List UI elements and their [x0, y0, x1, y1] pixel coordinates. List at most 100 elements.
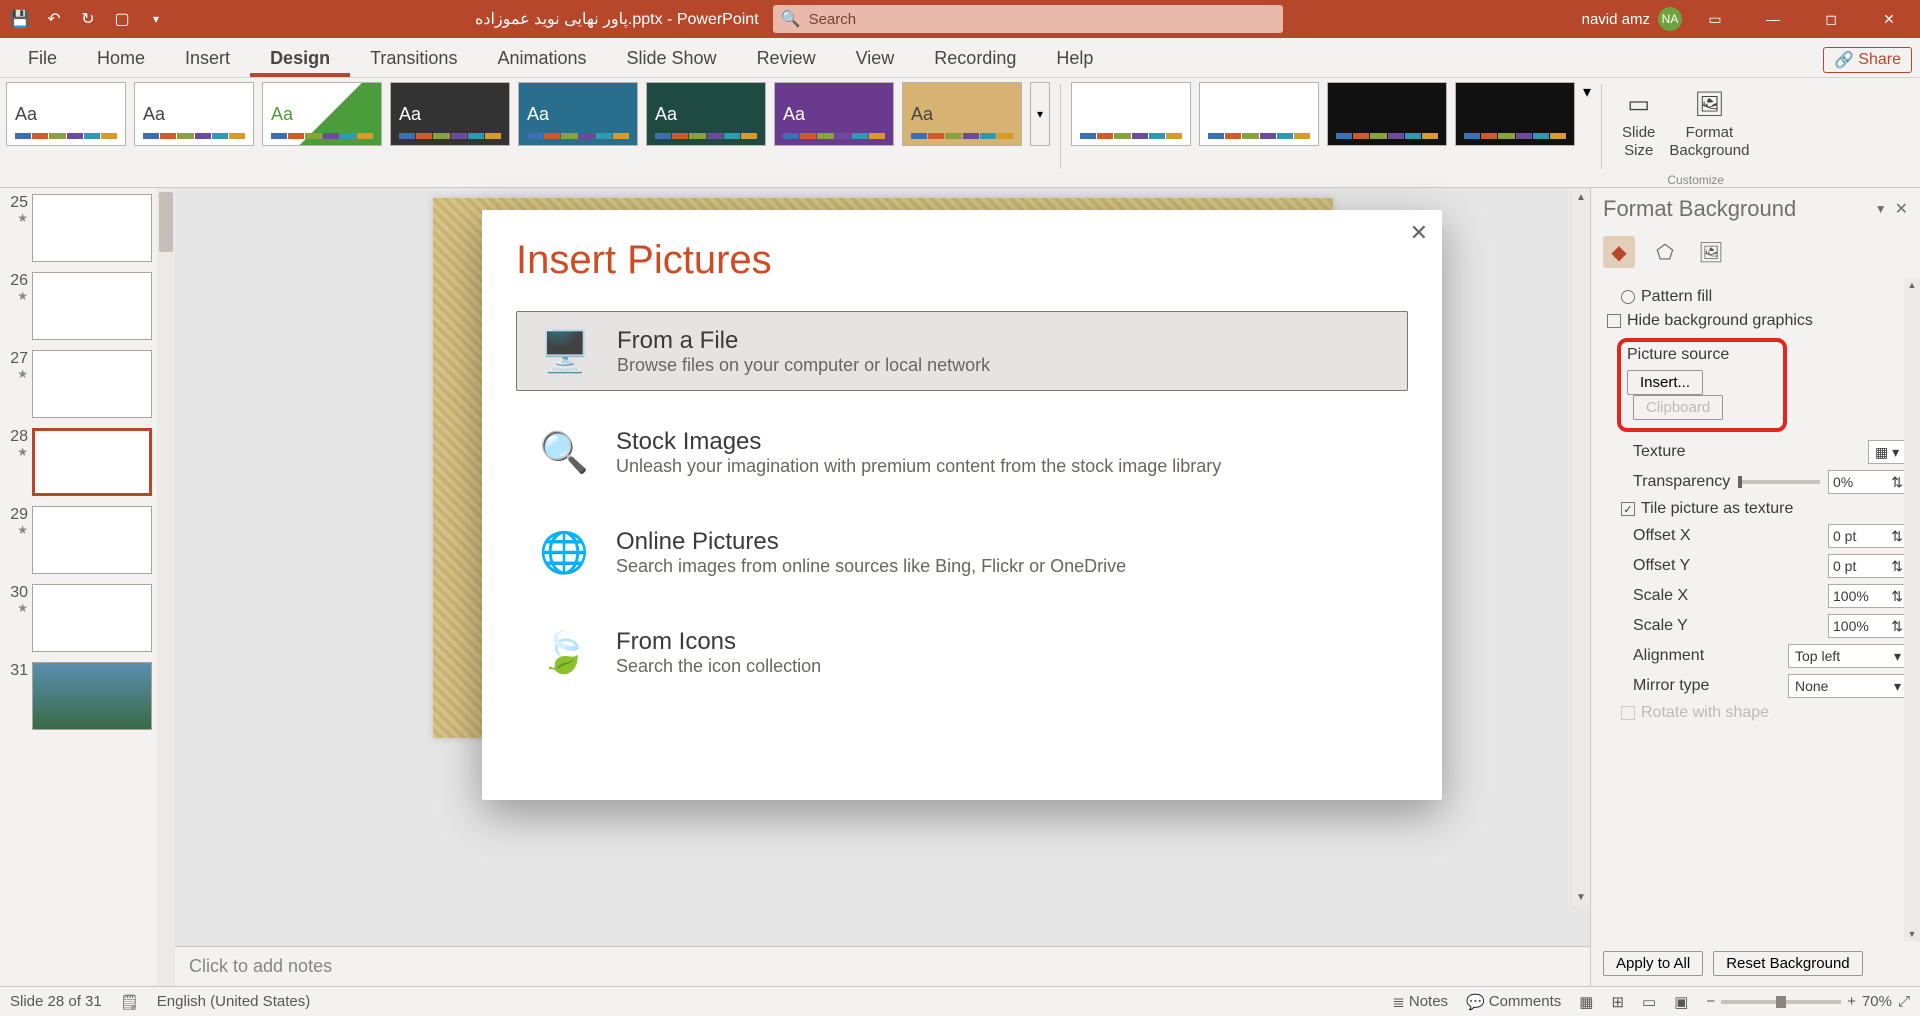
variant-thumb[interactable] [1455, 82, 1575, 146]
variants-more-button[interactable]: ▾ [1583, 82, 1591, 102]
fill-tab-icon[interactable]: ◆ [1603, 236, 1635, 268]
offset-y-input[interactable]: 0 pt⇅ [1828, 554, 1908, 578]
slide-thumbnail[interactable]: 30★ [4, 584, 171, 652]
reading-view-icon[interactable]: ▭ [1642, 993, 1656, 1011]
tab-recording[interactable]: Recording [914, 40, 1036, 77]
dialog-close-button[interactable]: ✕ [1410, 220, 1428, 246]
tab-design[interactable]: Design [250, 40, 350, 77]
theme-thumb[interactable]: Aa [774, 82, 894, 146]
tab-view[interactable]: View [836, 40, 915, 77]
apply-to-all-button[interactable]: Apply to All [1603, 951, 1703, 976]
slide-thumbnail[interactable]: 25★ [4, 194, 171, 262]
stock-images-option[interactable]: 🔍 Stock Images Unleash your imagination … [516, 413, 1408, 491]
pane-scrollbar[interactable]: ▲▼ [1904, 278, 1920, 941]
spell-check-icon[interactable]: 🗒 [120, 993, 139, 1011]
tab-insert[interactable]: Insert [165, 40, 250, 77]
slideshow-view-icon[interactable]: ▣ [1674, 993, 1688, 1011]
maximize-button[interactable]: ◻ [1806, 0, 1856, 38]
ribbon-display-options-icon[interactable]: ▭ [1690, 0, 1740, 38]
insert-picture-button[interactable]: Insert... [1627, 370, 1703, 395]
online-title: Online Pictures [616, 528, 1126, 556]
format-background-button[interactable]: 🖼 Format Background [1669, 91, 1749, 160]
from-a-file-option[interactable]: 🖥️ From a File Browse files on your comp… [516, 311, 1408, 391]
tab-review[interactable]: Review [737, 40, 836, 77]
close-button[interactable]: ✕ [1864, 0, 1914, 38]
slide-thumbnail[interactable]: 29★ [4, 506, 171, 574]
stock-title: Stock Images [616, 428, 1221, 456]
slide-thumbnail[interactable]: 27★ [4, 350, 171, 418]
scroll-down-icon[interactable]: ▼ [1572, 888, 1590, 906]
comments-button[interactable]: 💬Comments [1466, 993, 1561, 1011]
redo-icon[interactable]: ↻ [76, 7, 100, 31]
online-pictures-option[interactable]: 🌐 Online Pictures Search images from onl… [516, 513, 1408, 591]
slide-counter[interactable]: Slide 28 of 31 [10, 993, 102, 1010]
theme-thumb[interactable]: Aa [902, 82, 1022, 146]
scroll-up-icon[interactable]: ▲ [1572, 188, 1590, 206]
slide-thumbnail[interactable]: 26★ [4, 272, 171, 340]
tab-help[interactable]: Help [1036, 40, 1113, 77]
theme-thumb[interactable]: Aa [390, 82, 510, 146]
tile-option[interactable]: ✓ Tile picture as texture [1621, 500, 1908, 518]
theme-thumb[interactable]: Aa [6, 82, 126, 146]
pane-dropdown-icon[interactable]: ▼ [1875, 202, 1887, 216]
themes-more-button[interactable]: ▾ [1030, 82, 1050, 146]
texture-picker[interactable]: ▦ ▾ [1868, 440, 1908, 464]
tab-file[interactable]: File [8, 40, 77, 77]
user-avatar[interactable]: NA [1658, 7, 1682, 31]
scale-y-input[interactable]: 100%⇅ [1828, 614, 1908, 638]
from-file-desc: Browse files on your computer or local n… [617, 355, 990, 376]
undo-icon[interactable]: ↶ [42, 7, 66, 31]
theme-thumb[interactable]: Aa [262, 82, 382, 146]
fit-to-window-icon[interactable]: ⤢ [1898, 993, 1910, 1010]
notes-pane[interactable]: Click to add notes [175, 946, 1590, 986]
start-from-beginning-icon[interactable]: ▢ [110, 7, 134, 31]
transition-star-icon: ★ [17, 524, 28, 536]
effects-tab-icon[interactable]: ⬠ [1649, 236, 1681, 268]
username-label[interactable]: navid amz [1582, 11, 1650, 28]
tab-animations[interactable]: Animations [477, 40, 606, 77]
pattern-fill-option[interactable]: Pattern fill [1621, 288, 1908, 306]
variant-thumb[interactable] [1071, 82, 1191, 146]
ribbon-tabs: File Home Insert Design Transitions Anim… [0, 38, 1920, 78]
slide-thumbnail[interactable]: 28★ [4, 428, 171, 496]
picture-tab-icon[interactable]: 🖼 [1695, 236, 1727, 268]
from-icons-option[interactable]: 🍃 From Icons Search the icon collection [516, 613, 1408, 691]
transparency-input[interactable]: 0%⇅ [1828, 470, 1908, 494]
texture-label: Texture [1633, 443, 1685, 461]
share-button[interactable]: 🔗 Share [1823, 47, 1912, 73]
slide-size-button[interactable]: ▭ Slide Size [1622, 91, 1655, 160]
zoom-slider[interactable] [1721, 1000, 1841, 1004]
editor-scrollbar[interactable]: ▲ ▼ [1572, 188, 1590, 906]
slide-sorter-view-icon[interactable]: ⊞ [1611, 993, 1624, 1011]
theme-thumb[interactable]: Aa [134, 82, 254, 146]
minimize-button[interactable]: — [1748, 0, 1798, 38]
search-input[interactable]: 🔍 Search [773, 5, 1283, 33]
save-icon[interactable]: 💾 [8, 7, 32, 31]
qat-more-icon[interactable]: ▾ [144, 7, 168, 31]
hide-bg-option[interactable]: Hide background graphics [1607, 312, 1908, 330]
normal-view-icon[interactable]: ▦ [1579, 993, 1593, 1011]
pane-close-button[interactable]: ✕ [1895, 199, 1908, 219]
zoom-out-button[interactable]: − [1706, 993, 1715, 1010]
alignment-label: Alignment [1633, 647, 1704, 665]
language-label[interactable]: English (United States) [157, 993, 310, 1010]
share-icon: 🔗 [1834, 50, 1854, 70]
reset-background-button[interactable]: Reset Background [1713, 951, 1862, 976]
zoom-level[interactable]: 70% [1862, 993, 1892, 1010]
tab-slideshow[interactable]: Slide Show [607, 40, 737, 77]
variant-thumb[interactable] [1327, 82, 1447, 146]
tab-home[interactable]: Home [77, 40, 165, 77]
thumbnail-scrollbar[interactable] [157, 188, 175, 986]
variant-thumb[interactable] [1199, 82, 1319, 146]
transparency-slider[interactable] [1738, 480, 1820, 484]
tab-transitions[interactable]: Transitions [350, 40, 477, 77]
theme-thumb[interactable]: Aa [518, 82, 638, 146]
offset-x-input[interactable]: 0 pt⇅ [1828, 524, 1908, 548]
alignment-combo[interactable]: Top left▾ [1788, 644, 1908, 668]
scale-x-input[interactable]: 100%⇅ [1828, 584, 1908, 608]
zoom-in-button[interactable]: + [1847, 993, 1856, 1010]
slide-thumbnail[interactable]: 31 [4, 662, 171, 730]
theme-thumb[interactable]: Aa [646, 82, 766, 146]
mirror-combo[interactable]: None▾ [1788, 674, 1908, 698]
notes-button[interactable]: ≣Notes [1392, 993, 1448, 1011]
